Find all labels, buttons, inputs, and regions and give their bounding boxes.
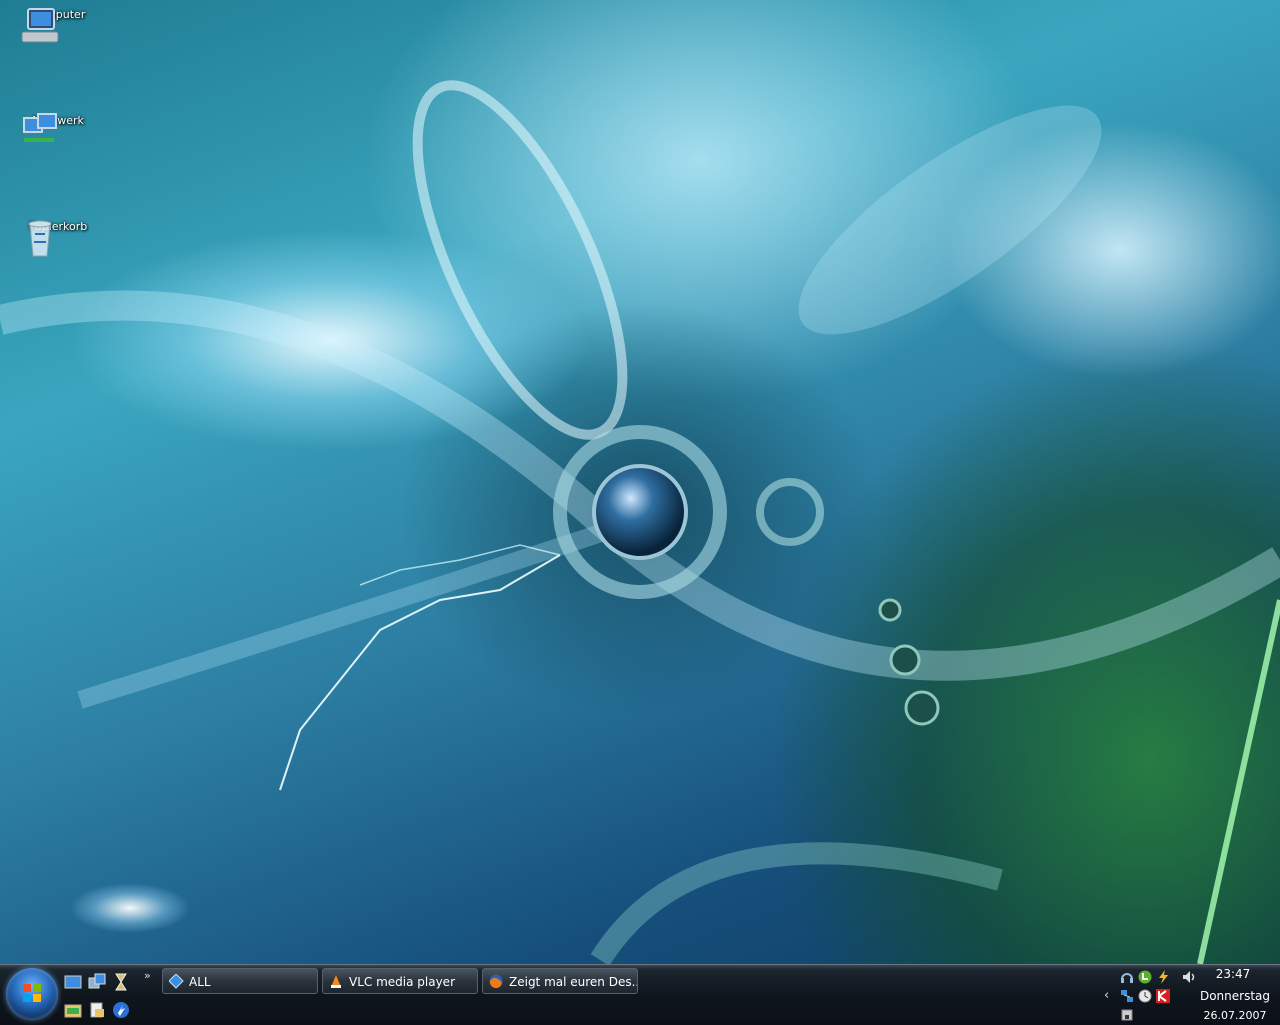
desktop-icon-computer[interactable]: Computer xyxy=(18,6,98,43)
tray-clock-time[interactable]: 23:47 xyxy=(1208,967,1258,981)
desktop-wallpaper: Computer Netzwerk Papierkorb xyxy=(0,0,1280,964)
messenger-icon[interactable] xyxy=(112,1001,130,1019)
computer-icon xyxy=(21,8,59,43)
utorrent-icon[interactable] xyxy=(1138,970,1152,984)
tray-clock-day: Donnerstag xyxy=(1199,989,1271,1003)
taskbar: » ALL VLC media player Zeigt mal euren D… xyxy=(0,964,1280,1025)
desktop-icon-recycle-bin[interactable]: Papierkorb xyxy=(18,218,98,257)
task-button-label: VLC media player xyxy=(349,975,456,989)
headphones-icon[interactable] xyxy=(1120,970,1134,984)
vlc-icon xyxy=(331,975,341,988)
switch-windows-icon[interactable] xyxy=(88,973,106,991)
task-button-label: ALL xyxy=(189,975,211,989)
lightning-icon[interactable] xyxy=(1156,970,1170,984)
app-diamond-icon xyxy=(169,974,184,989)
tray-clock-date: 26.07.2007 xyxy=(1203,1009,1267,1022)
network-icon xyxy=(23,113,57,142)
desktop-icon-network[interactable]: Netzwerk xyxy=(18,112,98,142)
volume-icon[interactable] xyxy=(1182,970,1196,984)
hourglass-icon[interactable] xyxy=(112,973,130,991)
network-status-icon[interactable] xyxy=(1120,989,1134,1003)
task-button-all[interactable]: ALL xyxy=(162,968,318,994)
task-button-label: Zeigt mal euren Des... xyxy=(509,975,638,989)
start-button[interactable] xyxy=(6,968,58,1020)
firefox-icon xyxy=(489,974,503,989)
documents-icon[interactable] xyxy=(88,1001,106,1019)
clock-app-icon[interactable] xyxy=(1138,989,1152,1003)
task-button-firefox[interactable]: Zeigt mal euren Des... xyxy=(482,968,638,994)
show-desktop-icon[interactable] xyxy=(64,973,82,991)
windows-logo-icon xyxy=(23,984,41,1002)
safely-remove-icon[interactable] xyxy=(1120,1008,1134,1022)
wallpaper-art xyxy=(0,80,1280,964)
task-button-vlc[interactable]: VLC media player xyxy=(322,968,478,994)
quicklaunch-overflow-chevron[interactable]: » xyxy=(144,969,151,982)
recycle-bin-icon xyxy=(28,220,52,257)
explorer-icon[interactable] xyxy=(64,1001,82,1019)
antivirus-icon[interactable] xyxy=(1156,989,1170,1003)
tray-expand-chevron[interactable]: ‹ xyxy=(1104,988,1109,1003)
